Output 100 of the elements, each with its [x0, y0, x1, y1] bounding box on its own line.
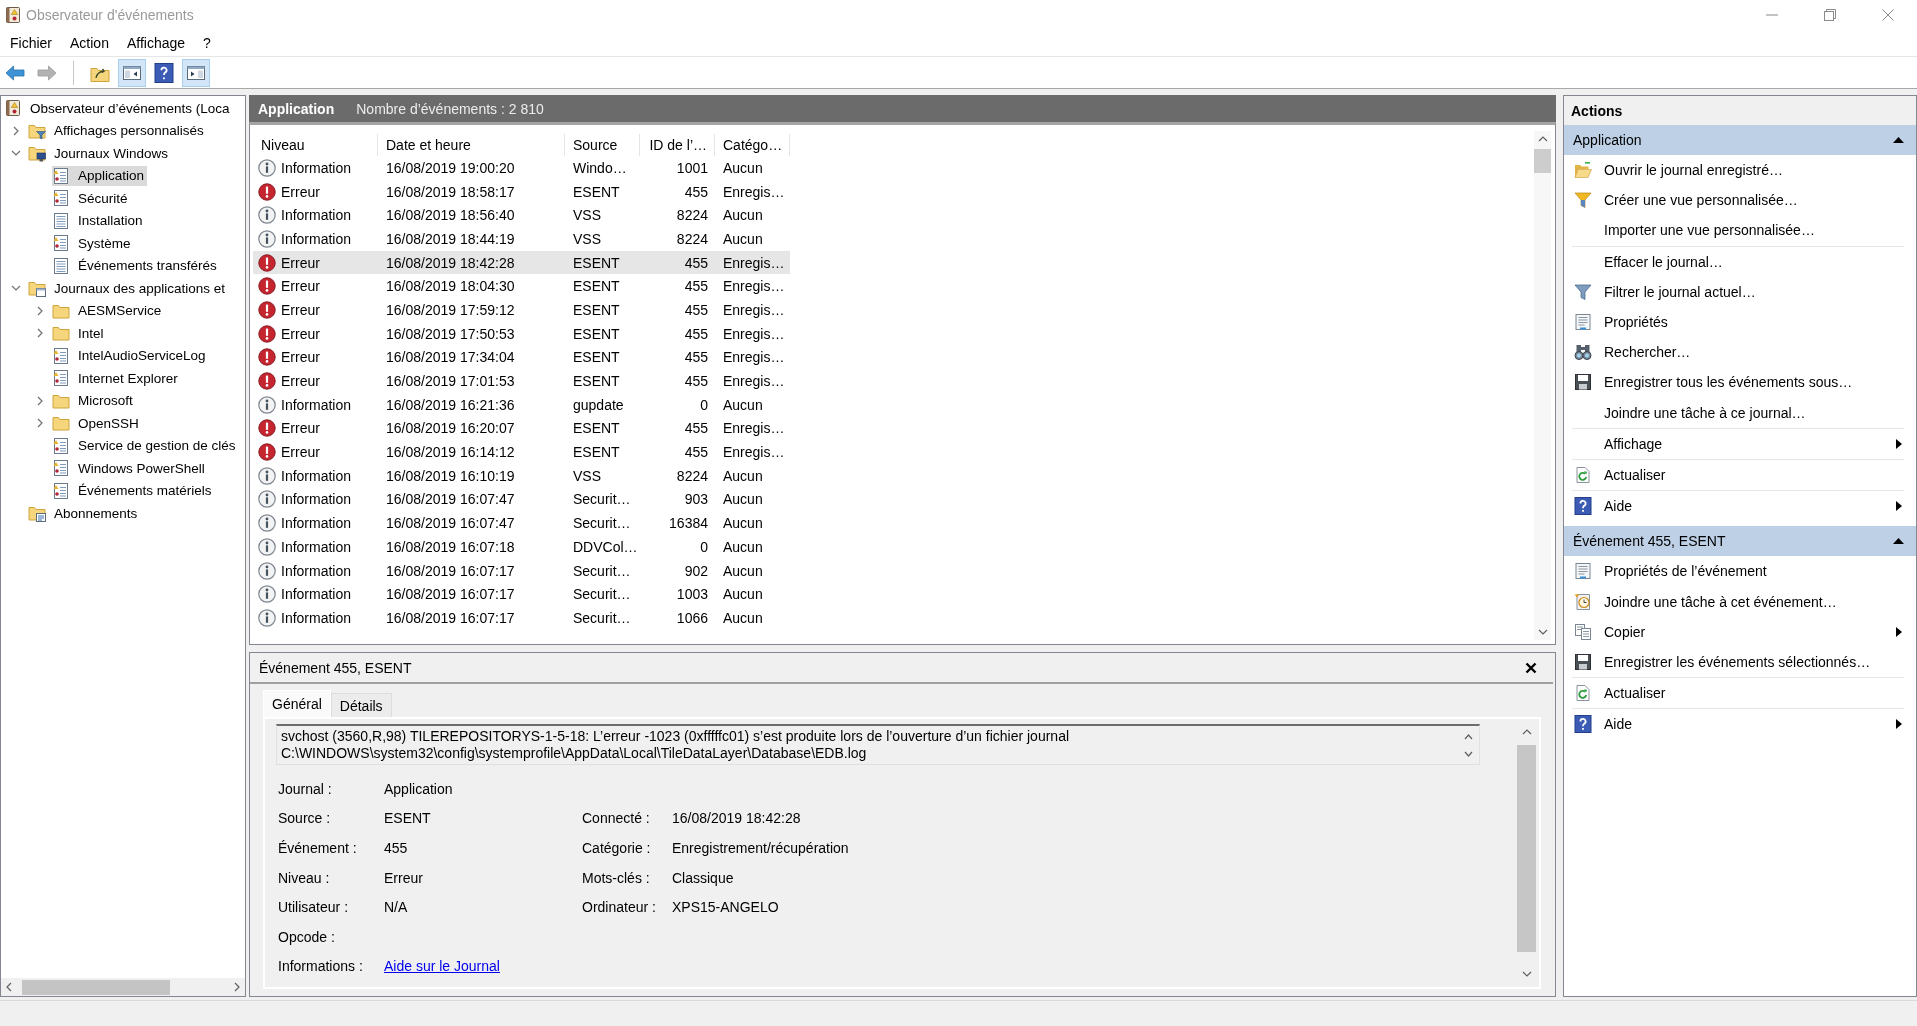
scroll-left-icon[interactable] [6, 982, 12, 992]
scroll-up-icon[interactable] [1537, 136, 1548, 142]
column-header[interactable]: Niveau [253, 134, 378, 156]
help-link[interactable]: Aide sur le Journal [384, 958, 500, 975]
event-row[interactable]: Erreur 16/08/2019 17:01:53 ESENT 455 Enregis… [253, 369, 790, 393]
event-row[interactable]: Information 16/08/2019 16:10:19 VSS 8224 Aucun [253, 463, 790, 488]
chevron-right-icon[interactable] [11, 125, 21, 136]
command-link[interactable]: Affichage [1564, 428, 1916, 459]
command-link[interactable]: Filtrer le journal actuel… [1564, 276, 1916, 307]
tree-item[interactable]: Internet Explorer [52, 368, 181, 389]
column-header[interactable]: Catégo… [715, 134, 790, 156]
toolbar-button[interactable] [118, 58, 146, 87]
menu-item[interactable]: Affichage [117, 32, 195, 54]
tree-item[interactable]: Sécurité [52, 188, 131, 209]
event-row[interactable]: Information 16/08/2019 16:07:18 DDVCol… 0 Aucun [253, 535, 790, 559]
tree-item[interactable]: Intel [52, 323, 107, 344]
command-link[interactable]: Joindre une tâche à ce journal… [1564, 397, 1916, 428]
tab[interactable]: Général [263, 690, 331, 717]
scrollbar-thumb[interactable] [22, 979, 170, 995]
table-cell: Information [281, 230, 352, 247]
command-link[interactable]: Actualiser [1564, 459, 1916, 491]
tree-item[interactable]: Système [52, 233, 134, 254]
chevron-right-icon[interactable] [35, 305, 45, 316]
event-row[interactable]: Erreur 16/08/2019 18:04:30 ESENT 455 Enregis… [253, 274, 790, 299]
scrollbar-thumb[interactable] [1534, 149, 1551, 173]
restore-icon[interactable] [1824, 9, 1836, 21]
command-link[interactable]: Enregistrer tous les événements sous… [1564, 367, 1916, 398]
event-row[interactable]: Information 16/08/2019 18:56:40 VSS 8224 Aucun [253, 203, 790, 228]
tree-item[interactable]: Windows PowerShell [52, 458, 208, 479]
command-link[interactable]: Aide [1564, 491, 1916, 522]
chevron-right-icon[interactable] [35, 395, 45, 406]
scroll-up-icon[interactable] [1521, 729, 1532, 735]
tree-item[interactable]: Service de gestion de clés [52, 435, 239, 456]
event-row[interactable]: Information 16/08/2019 16:07:47 Securit… 16384 Aucun [253, 511, 790, 535]
event-row[interactable]: Erreur 16/08/2019 17:59:12 ESENT 455 Enregis… [253, 298, 790, 322]
triangle-up-icon[interactable] [1893, 137, 1904, 143]
event-row[interactable]: Information 16/08/2019 19:00:20 Windo… 1001 Aucun [253, 156, 790, 180]
chevron-right-icon[interactable] [35, 418, 45, 429]
event-row[interactable]: Erreur 16/08/2019 18:58:17 ESENT 455 Enregis… [253, 179, 790, 204]
folder-monitor-icon [28, 144, 46, 163]
scroll-down-icon[interactable] [1463, 750, 1473, 757]
command-link[interactable]: Joindre une tâche à cet événement… [1564, 586, 1916, 617]
command-link[interactable]: Ouvrir le journal enregistré… [1564, 155, 1916, 186]
command-link[interactable]: Aide [1564, 709, 1916, 740]
table-cell-text: 16/08/2019 17:01:53 [385, 373, 516, 390]
command-link[interactable]: Enregistrer les événements sélectionnés… [1564, 646, 1916, 677]
menu-item[interactable]: ? [194, 32, 220, 54]
section-header[interactable]: Application [1564, 125, 1916, 155]
tree-item[interactable]: Microsoft [52, 390, 136, 411]
event-row[interactable]: Erreur 16/08/2019 16:14:12 ESENT 455 Enregis… [253, 440, 790, 464]
log-icon [52, 369, 70, 388]
event-row[interactable]: Erreur 16/08/2019 18:42:28 ESENT 455 Enregis… [253, 250, 790, 275]
tree-item[interactable]: AESMService [52, 300, 165, 321]
tree-item[interactable]: IntelAudioServiceLog [52, 345, 209, 366]
command-link[interactable]: Copier [1564, 616, 1916, 647]
tree-item[interactable]: OpenSSH [52, 413, 142, 434]
event-row[interactable]: Information 16/08/2019 16:07:17 Securit… 1003 Aucun [253, 582, 790, 607]
tree-item[interactable]: Affichages personnalisés [28, 120, 207, 141]
command-link[interactable]: Rechercher… [1564, 337, 1916, 368]
event-row[interactable]: Information 16/08/2019 16:21:36 gupdate 0 Aucun [253, 392, 790, 417]
event-row[interactable]: Erreur 16/08/2019 16:20:07 ESENT 455 Enregis… [253, 416, 790, 441]
tree-item[interactable]: Installation [52, 210, 146, 231]
column-header[interactable]: Source [565, 134, 640, 156]
scrollbar-thumb[interactable] [1517, 745, 1536, 952]
menu-item[interactable]: Action [61, 32, 118, 54]
tree-item[interactable]: Abonnements [28, 503, 141, 524]
command-link[interactable]: Propriétés de l’événement [1564, 556, 1916, 587]
event-row[interactable]: Erreur 16/08/2019 17:50:53 ESENT 455 Enregis… [253, 321, 790, 346]
command-link[interactable]: Actualiser [1564, 678, 1916, 709]
command-link[interactable]: Créer une vue personnalisée… [1564, 185, 1916, 216]
tree-item[interactable]: Journaux Windows [28, 143, 172, 164]
section-header[interactable]: Événement 455, ESENT [1564, 526, 1916, 557]
event-row[interactable]: Information 16/08/2019 16:07:17 Securit… 1066 Aucun [253, 606, 790, 630]
table-cell-text: 16/08/2019 17:59:12 [385, 301, 516, 318]
close-icon[interactable] [1525, 661, 1537, 674]
event-row[interactable]: Information 16/08/2019 18:44:19 VSS 8224 Aucun [253, 227, 790, 251]
scroll-down-icon[interactable] [1537, 629, 1548, 635]
tree-item[interactable]: Observateur d’événements (Loca [4, 98, 233, 119]
scroll-down-icon[interactable] [1521, 971, 1532, 977]
event-row[interactable]: Information 16/08/2019 16:07:17 Securit… 902 Aucun [253, 558, 790, 583]
tree-item[interactable]: Événements transférés [52, 255, 220, 276]
tree-item[interactable]: Application [52, 165, 148, 186]
toolbar-button[interactable] [182, 58, 210, 87]
event-row[interactable]: Erreur 16/08/2019 17:34:04 ESENT 455 Enregis… [253, 345, 790, 370]
event-row[interactable]: Information 16/08/2019 16:07:47 Securit… 903 Aucun [253, 487, 790, 512]
tree-item[interactable]: Événements matériels [52, 480, 215, 501]
menu-item[interactable]: Fichier [1, 32, 61, 54]
chevron-right-icon[interactable] [35, 328, 45, 339]
column-header[interactable]: Date et heure [378, 134, 565, 156]
scroll-up-icon[interactable] [1463, 733, 1473, 740]
log-icon [52, 234, 70, 253]
message-field[interactable]: svchost (3560,R,98) TILEREPOSITORYS-1-5-18: L’erreur -1023 (0xfffffc01) s’est produite lors de l’ouverture d’un fichier journal C:\WINDOWS\system32\config\systemprofile\AppData\Local\TileDataLayer\Database\EDB.log [276, 724, 1480, 765]
tree-item[interactable]: Journaux des applications et [28, 278, 229, 299]
tab[interactable]: Détails [330, 693, 392, 717]
command-link[interactable]: Propriétés [1564, 306, 1916, 338]
command-link[interactable]: Effacer le journal… [1564, 246, 1916, 277]
command-link[interactable]: Importer une vue personnalisée… [1564, 215, 1916, 246]
scroll-right-icon[interactable] [234, 982, 240, 992]
triangle-up-icon[interactable] [1893, 538, 1904, 545]
column-header[interactable]: ID de l’… [640, 134, 715, 156]
